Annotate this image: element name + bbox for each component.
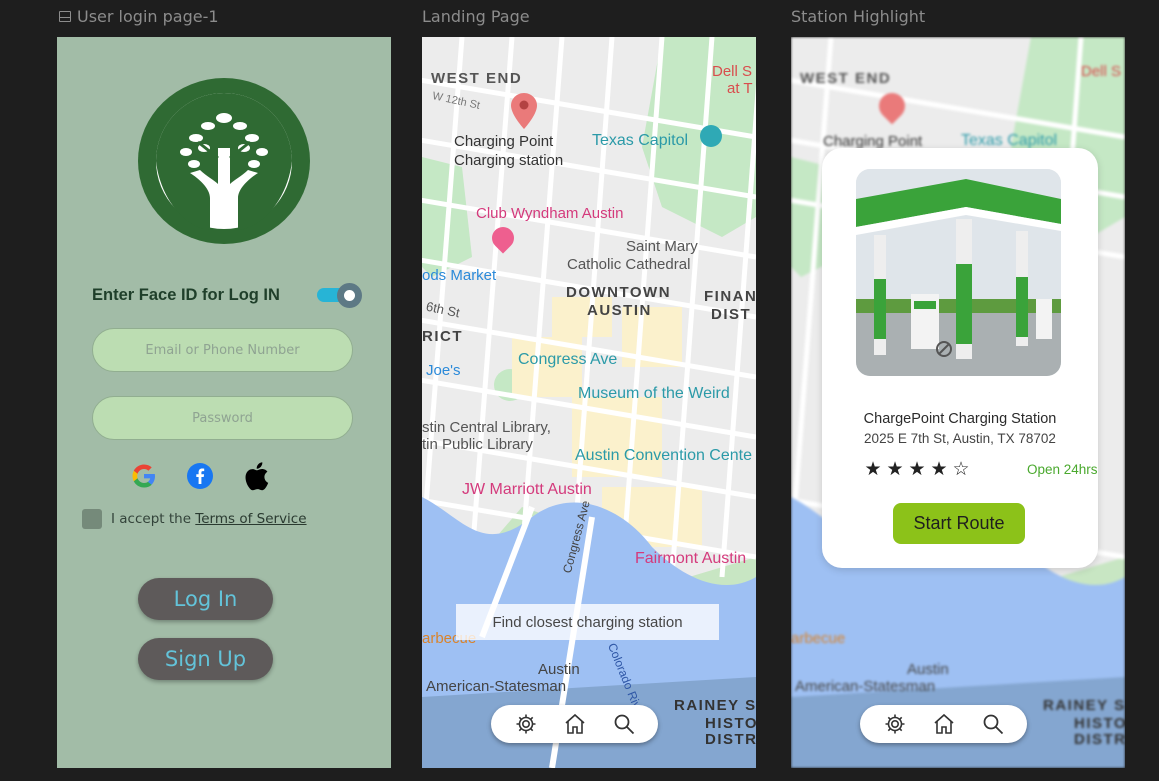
signup-button[interactable]: Sign Up xyxy=(138,638,273,680)
map-label: HISTO xyxy=(1074,715,1125,732)
star-filled-icon: ★ xyxy=(864,459,882,480)
terms-link[interactable]: Terms of Service xyxy=(195,511,306,527)
map-label: at T xyxy=(727,80,753,97)
map-label: Saint Mary xyxy=(626,238,698,255)
terms-row: I accept the Terms of Service xyxy=(82,509,307,529)
map-label: DISTR xyxy=(705,731,756,748)
map-label: stin Central Library, xyxy=(422,419,551,436)
frame-title-login: User login page-1 xyxy=(59,7,219,26)
face-id-row: Enter Face ID for Log IN xyxy=(92,283,364,308)
face-id-label: Enter Face ID for Log IN xyxy=(92,285,280,304)
map-label: Dell S xyxy=(1081,63,1122,80)
map-label: American-Statesman xyxy=(795,678,936,695)
apple-icon[interactable] xyxy=(241,461,271,491)
map-label: DISTR xyxy=(1074,731,1125,748)
gear-icon[interactable] xyxy=(883,712,907,736)
map-label: DIST xyxy=(711,306,752,323)
map-label: RICT xyxy=(422,328,463,345)
map-label: arbecue xyxy=(791,630,846,647)
password-field[interactable] xyxy=(92,396,353,440)
map-label: Dell S xyxy=(712,63,753,80)
home-icon[interactable] xyxy=(563,712,587,736)
map-label: RAINEY S xyxy=(674,697,756,714)
map-label: Austin Convention Cente xyxy=(575,447,752,464)
map-label: Charging Point xyxy=(454,133,554,150)
search-icon[interactable] xyxy=(612,712,636,736)
toggle-knob xyxy=(337,283,362,308)
tree-logo xyxy=(138,78,310,244)
map-label: tin Public Library xyxy=(422,436,533,453)
map-label: DOWNTOWN xyxy=(566,284,672,301)
map-label: American-Statesman xyxy=(426,678,567,695)
find-closest-station-bar[interactable]: Find closest charging station xyxy=(456,604,719,640)
map-label: Austin xyxy=(538,661,580,678)
login-screen: Enter Face ID for Log IN I acce xyxy=(57,37,391,768)
frame-title-text: User login page-1 xyxy=(77,7,219,26)
landmark-icon xyxy=(700,125,722,147)
password-input[interactable] xyxy=(93,410,352,426)
email-input[interactable] xyxy=(93,342,352,358)
bottom-nav xyxy=(860,705,1027,743)
terms-prefix: I accept the xyxy=(111,511,196,527)
google-icon[interactable] xyxy=(129,461,159,491)
email-field[interactable] xyxy=(92,328,353,372)
frame-title-landing: Landing Page xyxy=(422,7,530,26)
landing-screen: WEST END W 12th St Dell S at T Charging … xyxy=(422,37,756,768)
map-label: WEST END xyxy=(431,70,523,87)
terms-checkbox[interactable] xyxy=(82,509,102,529)
map-label: Club Wyndham Austin xyxy=(476,205,624,222)
map-label: Catholic Cathedral xyxy=(567,256,691,273)
star-rating: ★ ★ ★ ★ ☆ xyxy=(864,460,970,479)
frame-icon xyxy=(59,11,71,22)
gear-icon[interactable] xyxy=(514,712,538,736)
frame-title-text: Landing Page xyxy=(422,7,530,26)
map-label: AUSTIN xyxy=(587,302,652,319)
frame-title-station: Station Highlight xyxy=(791,7,925,26)
map-label: WEST END xyxy=(800,70,892,87)
star-filled-icon: ★ xyxy=(886,459,904,480)
star-filled-icon: ★ xyxy=(908,459,926,480)
map-label: Austin xyxy=(907,661,949,678)
map-label: Joe's xyxy=(426,362,461,379)
station-card: ChargePoint Charging Station 2025 E 7th … xyxy=(822,148,1098,568)
facebook-icon[interactable] xyxy=(185,461,215,491)
face-id-toggle[interactable] xyxy=(317,283,364,308)
star-empty-icon: ☆ xyxy=(952,459,970,480)
start-route-button[interactable]: Start Route xyxy=(893,503,1025,544)
map-label: FINAN xyxy=(704,288,756,305)
location-pin-icon[interactable] xyxy=(511,93,537,129)
map-label: Museum of the Weird xyxy=(578,385,730,402)
opening-hours: Open 24hrs xyxy=(1027,462,1098,477)
terms-text: I accept the Terms of Service xyxy=(111,511,307,527)
map-label: Texas Capitol xyxy=(592,132,689,149)
station-name: ChargePoint Charging Station xyxy=(863,411,1057,427)
map-view[interactable]: WEST END W 12th St Dell S at T Charging … xyxy=(422,37,756,768)
search-icon[interactable] xyxy=(981,712,1005,736)
login-button[interactable]: Log In xyxy=(138,578,273,620)
map-label: ods Market xyxy=(422,267,497,284)
station-photo xyxy=(856,169,1061,376)
frame-title-text: Station Highlight xyxy=(791,7,926,26)
bottom-nav xyxy=(491,705,658,743)
map-label: RAINEY S xyxy=(1043,697,1125,714)
map-label: HISTO xyxy=(705,715,756,732)
home-icon[interactable] xyxy=(932,712,956,736)
station-address: 2025 E 7th St, Austin, TX 78702 xyxy=(864,431,1056,446)
map-label: Congress Ave xyxy=(518,351,618,368)
map-label: Fairmont Austin xyxy=(635,550,747,567)
station-highlight-screen: WEST END Dell S Charging Point Texas Cap… xyxy=(791,37,1125,768)
map-label: Charging station xyxy=(454,152,564,169)
map-label: JW Marriott Austin xyxy=(462,481,592,498)
star-filled-icon: ★ xyxy=(930,459,948,480)
